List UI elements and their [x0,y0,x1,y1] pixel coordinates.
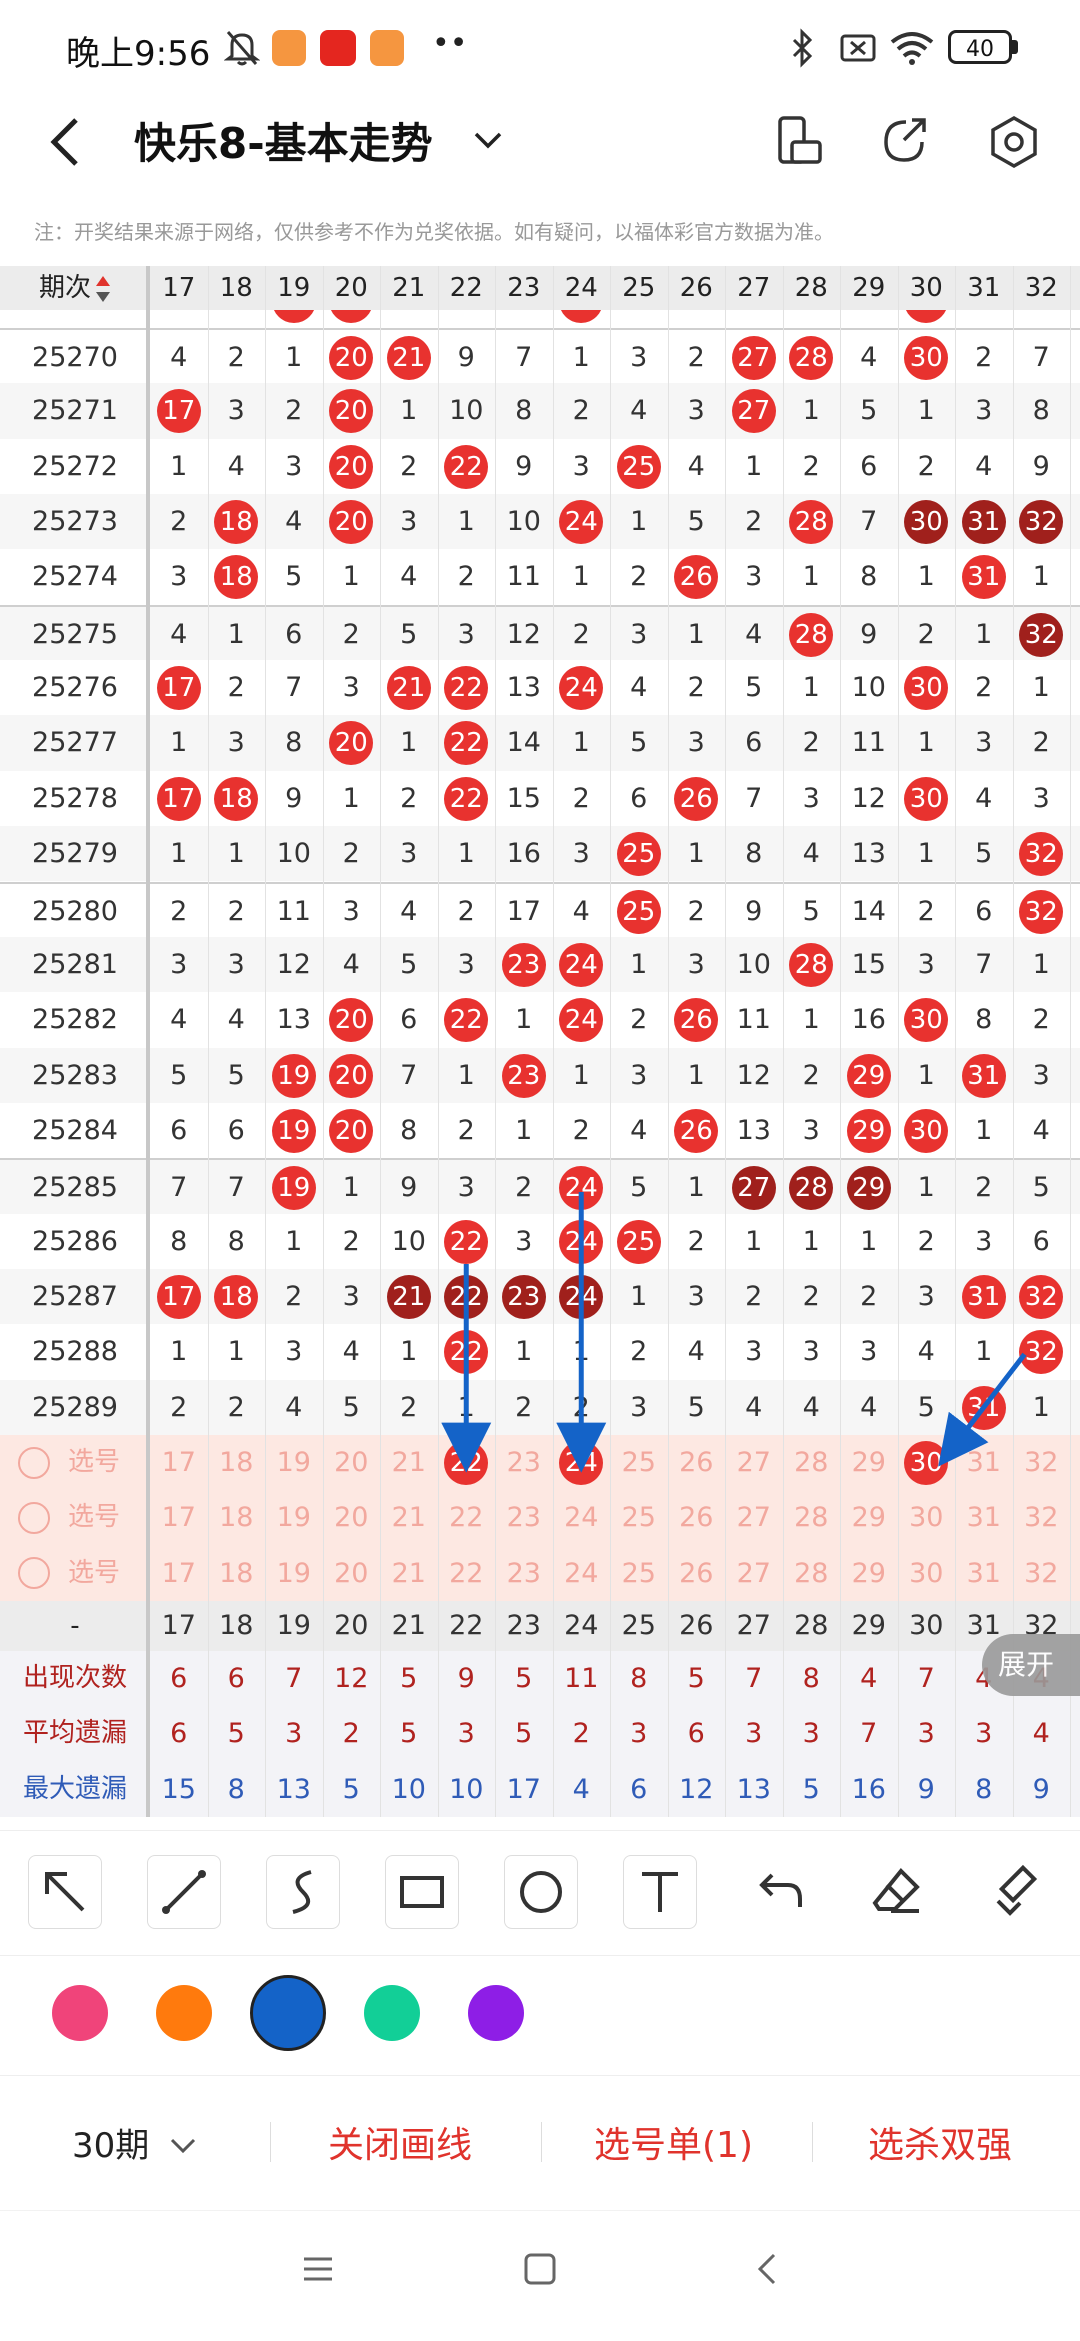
clear-brush-icon [996,1864,1038,1916]
eraser-button[interactable] [861,1855,935,1929]
rectangle-tool-button[interactable] [385,1855,459,1929]
status-bar: 晚上9:56 •• 40 [0,0,1080,96]
separator [541,2122,542,2162]
circle-tool-button[interactable] [504,1855,578,1929]
expand-button[interactable]: 展开 [982,1634,1080,1696]
text-tool-icon [642,1872,678,1912]
sim-icon [840,34,876,62]
app-notification-icon [370,30,404,66]
clear-brush-button[interactable] [980,1855,1054,1929]
settings-icon[interactable] [984,112,1044,172]
app-notification-icon [272,30,306,66]
drawing-toolbar [0,1830,1080,1951]
chevron-down-icon [171,2138,196,2154]
period-count-select[interactable]: 30期 [72,2118,198,2167]
drawn-lines-overlay [441,1192,1027,1473]
mute-bell-icon [224,31,260,66]
nav-back-icon[interactable] [752,2251,782,2287]
curve-tool-icon [292,1870,312,1914]
undo-button[interactable] [742,1855,816,1929]
disclaimer-notice: 注：开奖结果来源于网络，仅供参考不作为兑奖依据。如有疑问，以福体彩官方数据为准。 [34,220,834,244]
separator [270,2122,271,2162]
circle-tool-icon [520,1871,562,1913]
share-icon[interactable] [876,112,932,168]
color-swatch[interactable] [364,1985,420,2041]
color-swatch[interactable] [52,1985,108,2041]
rotate-screen-icon[interactable] [770,112,826,168]
close-lines-button[interactable]: 关闭画线 [328,2116,472,2168]
battery-tip [1012,40,1018,54]
status-time: 晚上9:56 [66,34,211,74]
trend-table: 期次17181920212223242526272829303132252693… [0,266,1080,1831]
color-swatch[interactable] [250,1975,326,2051]
undo-icon [759,1873,802,1907]
drawn-arrow [938,1352,1027,1467]
home-icon[interactable] [522,2251,558,2287]
more-notifications-icon: •• [432,26,468,61]
eraser-icon [872,1868,920,1913]
text-tool-button[interactable] [623,1855,697,1929]
pick-list-button[interactable]: 选号单(1) [594,2116,753,2168]
separator [812,2122,813,2162]
arrow-tool-icon [45,1872,85,1912]
chevron-down-icon[interactable] [470,122,506,158]
page-title[interactable]: 快乐8-基本走势 [134,110,433,171]
bluetooth-icon [792,28,813,68]
color-swatch[interactable] [156,1985,212,2041]
color-swatch[interactable] [468,1985,524,2041]
app-notification-icon [320,30,356,66]
line-tool-icon [162,1870,206,1914]
line-tool-button[interactable] [147,1855,221,1929]
back-icon[interactable] [46,112,86,172]
period-count-label: 30期 [72,2126,150,2166]
curve-tool-button[interactable] [266,1855,340,1929]
system-nav-bar [0,2210,1080,2341]
wifi-icon [890,32,934,65]
arrow-tool-button[interactable] [28,1855,102,1929]
battery-indicator: 40 [948,30,1012,64]
menu-icon[interactable] [300,2251,336,2287]
select-kill-button[interactable]: 选杀双强 [868,2116,1012,2168]
rectangle-tool-icon [400,1876,444,1908]
